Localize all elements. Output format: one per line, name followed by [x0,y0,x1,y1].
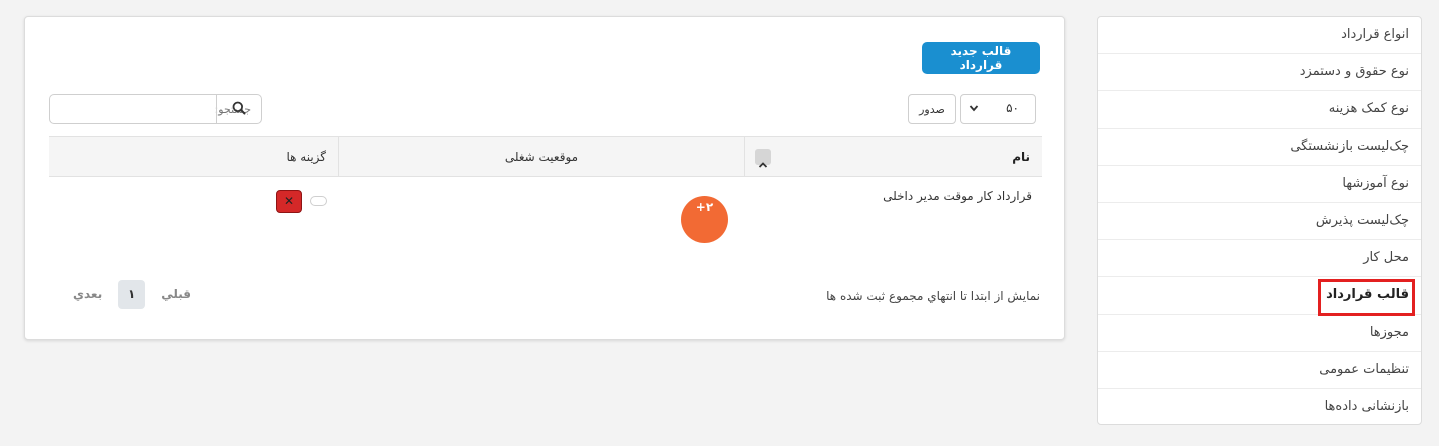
sidebar-item-permissions[interactable]: مجوزها [1098,315,1421,352]
status-toggle[interactable] [310,196,327,206]
current-page-button[interactable]: ۱ [118,279,146,309]
position-count-badge[interactable]: ۲+ [681,196,728,243]
sidebar-item-label: مجوزها [1369,324,1409,340]
search-icon [232,100,246,119]
contract-templates-card: قالب جديد قرارداد ۵۰ صدور نام موقعيت شغل… [24,16,1065,340]
contract-templates-table: نام موقعيت شغلی گزينه ها قرارداد کار موق… [49,136,1042,253]
search-button[interactable] [216,95,261,123]
sidebar-item-label: چک‌لیست بازنشستگی [1290,138,1409,154]
sidebar-item-onboarding-checklist[interactable]: چک‌لیست پذیرش [1098,203,1421,241]
sidebar-item-label: محل کار [1363,250,1409,266]
sidebar-item-workplace[interactable]: محل کار [1098,240,1421,278]
sidebar-item-contract-types[interactable]: انواع قرارداد [1098,17,1421,55]
sidebar-item-label: انواع قرارداد [1341,27,1409,42]
column-header-name[interactable]: نام [745,137,1042,177]
sidebar-item-salary-types[interactable]: نوع حقوق و دستمزد [1098,54,1421,92]
sidebar-item-retirement-checklist[interactable]: چک‌لیست بازنشستگی [1098,129,1421,166]
export-button[interactable]: صدور [908,94,956,124]
sidebar-item-label: تنظیمات عمومی [1319,361,1409,377]
sidebar-item-label: نوع کمک هزینه [1328,101,1409,117]
chevron-down-icon [969,102,979,116]
sort-icon[interactable] [755,149,771,168]
search-box [49,94,262,124]
next-page-button[interactable]: بعدي [73,287,102,301]
sidebar-item-label: بازنشانی داده‌ها [1324,398,1409,414]
sidebar-item-data-reset[interactable]: بازنشانی داده‌ها [1098,389,1421,426]
previous-page-button[interactable]: قبلي [161,287,191,301]
table-row: قرارداد کار موقت مدير داخلی ۲+ ✕ [49,177,1042,253]
sidebar-item-general-settings[interactable]: تنظیمات عمومی [1098,352,1421,389]
table-header: نام موقعيت شغلی گزينه ها [49,136,1042,177]
settings-sidebar: انواع قرارداد نوع حقوق و دستمزد نوع کمک … [1097,16,1422,425]
sidebar-item-label: چک‌لیست پذیرش [1315,212,1409,228]
page-length-value: ۵۰ [1006,101,1019,115]
sidebar-item-allowance-types[interactable]: نوع کمک هزینه [1098,91,1421,129]
close-icon: ✕ [283,194,295,208]
new-contract-template-button[interactable]: قالب جديد قرارداد [922,42,1040,74]
sidebar-item-label: نوع حقوق و دستمزد [1299,64,1409,80]
column-header-position[interactable]: موقعيت شغلی [338,137,745,177]
table-info-text: نمايش از ابتدا تا انتهاي مجموع ثبت شده ه… [826,289,1040,303]
column-header-label: نام [1012,150,1030,164]
pagination: بعدي ۱ قبلي [73,279,191,309]
sidebar-item-contract-templates[interactable]: قالب قرارداد [1098,277,1421,317]
contract-template-name[interactable]: قرارداد کار موقت مدير داخلی [883,189,1032,203]
sidebar-item-label: قالب قرارداد [1326,287,1409,303]
sidebar-item-training-types[interactable]: نوع آموزشها [1098,166,1421,203]
page-length-select[interactable]: ۵۰ [960,94,1036,124]
column-header-options: گزينه ها [286,150,326,164]
sidebar-item-label: نوع آموزشها [1342,175,1409,191]
delete-button[interactable]: ✕ [276,190,302,213]
